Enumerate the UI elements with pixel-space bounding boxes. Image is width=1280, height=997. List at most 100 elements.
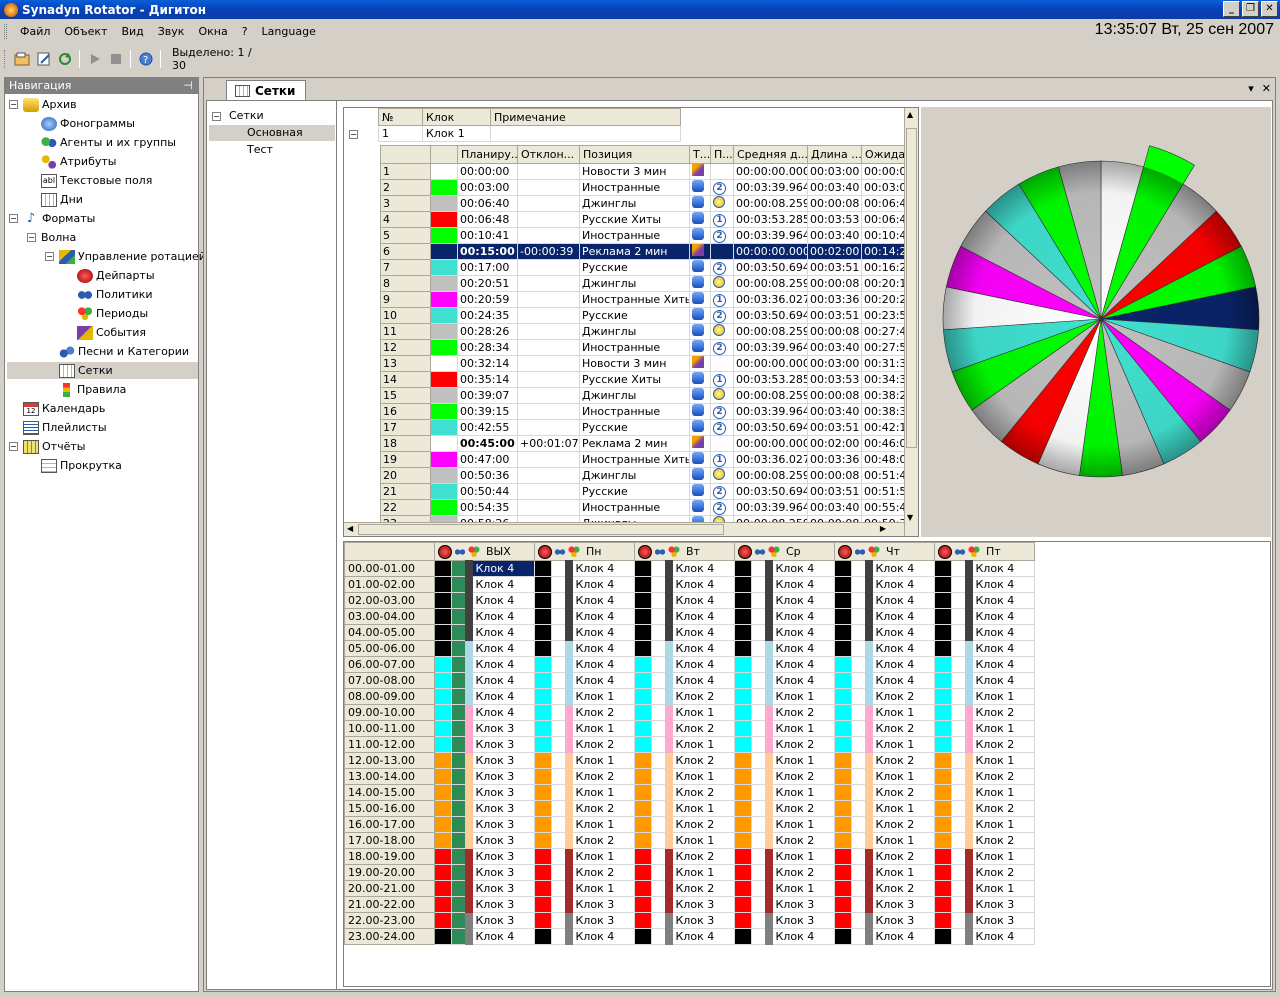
daypart-swatch[interactable] xyxy=(934,704,952,721)
clock-cell[interactable]: Клок 1 xyxy=(664,832,735,849)
period-swatch[interactable] xyxy=(951,608,969,625)
avg-duration[interactable]: 00:03:50.694 xyxy=(733,483,808,500)
daypart-swatch[interactable] xyxy=(734,720,752,737)
clock-cell[interactable]: Клок 1 xyxy=(964,720,1035,737)
collapse-icon[interactable]: − xyxy=(9,100,18,109)
period-swatch[interactable] xyxy=(951,736,969,753)
daypart-swatch[interactable] xyxy=(434,688,452,705)
clock-cell[interactable]: Клок 1 xyxy=(764,720,835,737)
hour-row[interactable]: 20.00-21.00 Клок 3 Клок 1 Клок 2 Клок 1 Клок … xyxy=(344,880,1035,897)
scroll-right-icon[interactable]: ▶ xyxy=(880,524,886,533)
collapse-icon[interactable]: − xyxy=(27,233,36,242)
deviation[interactable] xyxy=(517,419,580,436)
clock-cell[interactable]: Клок 4 xyxy=(764,560,835,577)
clock-cell[interactable]: Клок 1 xyxy=(664,800,735,817)
period-swatch[interactable] xyxy=(451,896,469,913)
expected[interactable]: 00:06:4 xyxy=(861,211,909,228)
period-swatch[interactable] xyxy=(451,816,469,833)
hour-row[interactable]: 01.00-02.00 Клок 4 Клок 4 Клок 4 Клок 4 Клок … xyxy=(344,576,1035,593)
clock-cell[interactable]: Клок 4 xyxy=(864,656,935,673)
daypart-swatch[interactable] xyxy=(834,784,852,801)
period-swatch[interactable] xyxy=(451,576,469,593)
period-swatch[interactable] xyxy=(551,896,569,913)
menu-sound[interactable]: Звук xyxy=(151,25,192,38)
daypart-swatch[interactable] xyxy=(434,720,452,737)
period-swatch[interactable] xyxy=(651,768,669,785)
priority-icon-cell[interactable] xyxy=(710,323,734,340)
expected[interactable]: 00:20:2 xyxy=(861,291,909,308)
avg-duration[interactable]: 00:00:00.000 xyxy=(733,355,808,372)
daypart-swatch[interactable] xyxy=(934,768,952,785)
clock-detail-row[interactable]: 2 00:03:00 Иностранные 2 00:03:39.964 00:03:4… xyxy=(380,179,909,196)
clock-detail-row[interactable]: 12 00:28:34 Иностранные 2 00:03:39.964 00:03:… xyxy=(380,339,909,356)
horizontal-scrollbar[interactable]: ◀ ▶ xyxy=(344,522,904,536)
clock-cell[interactable]: Клок 1 xyxy=(864,800,935,817)
deviation[interactable] xyxy=(517,275,580,292)
clock-cell[interactable]: Клок 2 xyxy=(864,848,935,865)
length[interactable]: 00:00:08 xyxy=(807,467,862,484)
col-clock[interactable]: Клок xyxy=(422,108,491,126)
period-swatch[interactable] xyxy=(751,624,769,641)
play-icon[interactable] xyxy=(85,49,104,69)
period-swatch[interactable] xyxy=(551,864,569,881)
clock-cell[interactable]: Клок 4 xyxy=(664,656,735,673)
daypart-swatch[interactable] xyxy=(534,784,552,801)
clock-cell[interactable]: Клок 2 xyxy=(664,720,735,737)
expected[interactable]: 00:06:4 xyxy=(861,195,909,212)
daypart-swatch[interactable] xyxy=(934,912,952,929)
planned-time[interactable]: 00:35:14 xyxy=(457,371,518,388)
period-swatch[interactable] xyxy=(851,928,869,945)
period-swatch[interactable] xyxy=(651,736,669,753)
clock-cell[interactable]: Клок 3 xyxy=(864,896,935,913)
length[interactable]: 00:03:00 xyxy=(807,163,862,180)
expected[interactable]: 00:48:0 xyxy=(861,451,909,468)
position-name[interactable]: Реклама 2 мин xyxy=(579,435,690,452)
row-color-swatch[interactable] xyxy=(430,387,458,404)
clock-cell[interactable]: Клок 2 xyxy=(864,784,935,801)
length[interactable]: 00:00:08 xyxy=(807,387,862,404)
length[interactable]: 00:02:00 xyxy=(807,243,862,260)
nav-item-agents[interactable]: Агенты и их группы xyxy=(41,134,176,151)
daypart-swatch[interactable] xyxy=(934,864,952,881)
priority-icon-cell[interactable]: 2 xyxy=(710,307,734,324)
clock-cell[interactable]: Клок 4 xyxy=(964,576,1035,593)
clock-pie-chart[interactable] xyxy=(921,107,1271,537)
daypart-swatch[interactable] xyxy=(934,576,952,593)
clock-cell[interactable]: Клок 4 xyxy=(964,608,1035,625)
type-icon-cell[interactable] xyxy=(689,355,711,372)
row-number[interactable]: 19 xyxy=(380,451,431,468)
period-swatch[interactable] xyxy=(651,752,669,769)
expected[interactable]: 00:38:3 xyxy=(861,403,909,420)
avg-duration[interactable]: 00:03:39.964 xyxy=(733,339,808,356)
col-expected[interactable]: Ожида xyxy=(861,145,909,164)
type-icon-cell[interactable] xyxy=(689,291,711,308)
daypart-swatch[interactable] xyxy=(434,672,452,689)
position-name[interactable]: Новости 3 мин xyxy=(579,355,690,372)
daypart-swatch[interactable] xyxy=(434,848,452,865)
period-swatch[interactable] xyxy=(851,784,869,801)
period-swatch[interactable] xyxy=(451,608,469,625)
daypart-swatch[interactable] xyxy=(534,880,552,897)
daypart-swatch[interactable] xyxy=(534,576,552,593)
position-name[interactable]: Иностранные xyxy=(579,499,690,516)
period-swatch[interactable] xyxy=(651,800,669,817)
clock-cell[interactable]: Клок 3 xyxy=(564,912,635,929)
period-swatch[interactable] xyxy=(951,688,969,705)
daypart-swatch[interactable] xyxy=(434,816,452,833)
expected[interactable]: 00:34:3 xyxy=(861,371,909,388)
nav-item-periods[interactable]: Периоды xyxy=(77,305,148,322)
row-number[interactable]: 22 xyxy=(380,499,431,516)
priority-icon-cell[interactable]: 2 xyxy=(710,403,734,420)
priority-icon-cell[interactable]: 2 xyxy=(710,227,734,244)
period-swatch[interactable] xyxy=(651,672,669,689)
daypart-swatch[interactable] xyxy=(734,624,752,641)
period-swatch[interactable] xyxy=(751,704,769,721)
expected[interactable]: 00:10:4 xyxy=(861,227,909,244)
hour-row[interactable]: 03.00-04.00 Клок 4 Клок 4 Клок 4 Клок 4 Клок … xyxy=(344,608,1035,625)
outer-row-clock[interactable]: Клок 1 xyxy=(422,125,491,142)
daypart-swatch[interactable] xyxy=(834,672,852,689)
daypart-swatch[interactable] xyxy=(434,880,452,897)
period-swatch[interactable] xyxy=(451,880,469,897)
clock-cell[interactable]: Клок 1 xyxy=(564,720,635,737)
clock-cell[interactable]: Клок 2 xyxy=(764,736,835,753)
